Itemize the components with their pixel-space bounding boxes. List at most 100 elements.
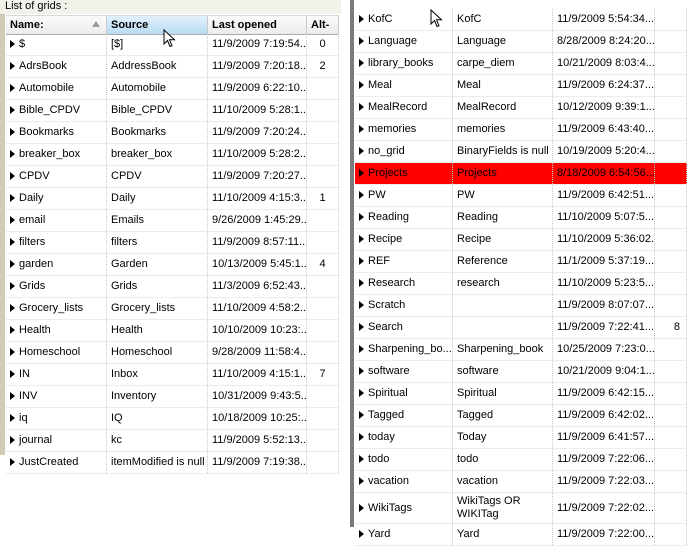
grid-row[interactable]: Grids Grids 11/3/2009 6:52:43... (6, 276, 339, 298)
grid-alt-cell[interactable] (307, 100, 339, 121)
grid-row[interactable]: Spiritual Spiritual 11/9/2009 6:42:15... (355, 383, 687, 405)
grid-source-cell[interactable]: Sharpening_book (453, 339, 553, 360)
grid-alt-cell[interactable] (655, 361, 687, 382)
grid-source-cell[interactable]: CPDV (107, 166, 208, 187)
grid-alt-cell[interactable] (307, 276, 339, 297)
grid-name-cell[interactable]: garden (6, 254, 107, 275)
grid-row[interactable]: garden Garden 10/13/2009 5:45:1... 4 (6, 254, 339, 276)
grid-source-cell[interactable]: vacation (453, 471, 553, 492)
grid-source-cell[interactable]: Language (453, 31, 553, 52)
grid-row[interactable]: REF Reference 11/1/2009 5:37:19... (355, 251, 687, 273)
triangle-right-icon[interactable] (10, 458, 15, 466)
triangle-right-icon[interactable] (10, 150, 15, 158)
grid-name-cell[interactable]: iq (6, 408, 107, 429)
grid-source-cell[interactable] (453, 295, 553, 316)
grid-name-cell[interactable]: todo (355, 449, 453, 470)
grid-alt-cell[interactable] (655, 53, 687, 74)
grid-name-cell[interactable]: Spiritual (355, 383, 453, 404)
grid-source-cell[interactable]: research (453, 273, 553, 294)
grid-name-cell[interactable]: email (6, 210, 107, 231)
grid-row[interactable]: Homeschool Homeschool 9/28/2009 11:58:4... (6, 342, 339, 364)
grid-source-cell[interactable]: Homeschool (107, 342, 208, 363)
grid-alt-cell[interactable] (655, 97, 687, 118)
grid-alt-cell[interactable] (655, 251, 687, 272)
triangle-right-icon[interactable] (359, 257, 364, 265)
grid-last-opened-cell[interactable]: 11/10/2009 5:23:5... (553, 273, 655, 294)
grid-row[interactable]: Grocery_lists Grocery_lists 11/10/2009 4:5… (6, 298, 339, 320)
grid-row[interactable]: IN Inbox 11/10/2009 4:15:1... 7 (6, 364, 339, 386)
grid-source-cell[interactable]: KofC (453, 9, 553, 30)
grid-source-cell[interactable]: Health (107, 320, 208, 341)
grid-source-cell[interactable]: IQ (107, 408, 208, 429)
grid-name-cell[interactable]: filters (6, 232, 107, 253)
grid-last-opened-cell[interactable]: 11/9/2009 6:43:40... (553, 119, 655, 140)
grid-name-cell[interactable]: Search (355, 317, 453, 338)
grid-last-opened-cell[interactable]: 11/10/2009 4:58:2... (208, 298, 307, 319)
grid-last-opened-cell[interactable]: 11/3/2009 6:52:43... (208, 276, 307, 297)
grid-last-opened-cell[interactable]: 11/9/2009 6:24:37... (553, 75, 655, 96)
triangle-right-icon[interactable] (10, 172, 15, 180)
grid-source-cell[interactable]: carpe_diem (453, 53, 553, 74)
grid-alt-cell[interactable] (655, 449, 687, 470)
grid-last-opened-cell[interactable]: 11/10/2009 5:28:2... (208, 144, 307, 165)
triangle-right-icon[interactable] (10, 304, 15, 312)
triangle-right-icon[interactable] (10, 84, 15, 92)
grid-row[interactable]: KofC KofC 11/9/2009 5:54:34... (355, 9, 687, 31)
grid-last-opened-cell[interactable]: 10/31/2009 9:43:5... (208, 386, 307, 407)
triangle-right-icon[interactable] (359, 191, 364, 199)
grid-last-opened-cell[interactable]: 8/18/2009 6:54:56... (553, 163, 655, 184)
grid-name-cell[interactable]: Projects (355, 163, 453, 184)
grid-name-cell[interactable]: AdrsBook (6, 56, 107, 77)
grid-alt-cell[interactable] (307, 320, 339, 341)
grid-last-opened-cell[interactable]: 11/9/2009 6:42:15... (553, 383, 655, 404)
grid-last-opened-cell[interactable]: 10/21/2009 9:04:1... (553, 361, 655, 382)
grid-last-opened-cell[interactable]: 10/18/2009 10:25:... (208, 408, 307, 429)
grid-row[interactable]: Bible_CPDV Bible_CPDV 11/10/2009 5:28:1... (6, 100, 339, 122)
grid-name-cell[interactable]: PW (355, 185, 453, 206)
grid-row[interactable]: Research research 11/10/2009 5:23:5... (355, 273, 687, 295)
grid-name-cell[interactable]: Homeschool (6, 342, 107, 363)
grid-name-cell[interactable]: REF (355, 251, 453, 272)
triangle-right-icon[interactable] (10, 370, 15, 378)
grid-last-opened-cell[interactable]: 11/9/2009 7:19:38... (208, 452, 307, 473)
triangle-right-icon[interactable] (10, 282, 15, 290)
grid-source-cell[interactable]: AddressBook (107, 56, 208, 77)
grid-name-cell[interactable]: software (355, 361, 453, 382)
grid-alt-cell[interactable] (655, 295, 687, 316)
grid-source-cell[interactable]: breaker_box (107, 144, 208, 165)
triangle-right-icon[interactable] (359, 147, 364, 155)
triangle-right-icon[interactable] (359, 477, 364, 485)
grid-source-cell[interactable]: memories (453, 119, 553, 140)
triangle-right-icon[interactable] (359, 213, 364, 221)
grid-name-cell[interactable]: CPDV (6, 166, 107, 187)
grid-alt-cell[interactable] (655, 524, 687, 545)
grid-last-opened-cell[interactable]: 11/9/2009 6:42:02... (553, 405, 655, 426)
grid-source-cell[interactable]: Recipe (453, 229, 553, 250)
grid-alt-cell[interactable] (307, 144, 339, 165)
grid-name-cell[interactable]: Scratch (355, 295, 453, 316)
triangle-right-icon[interactable] (10, 436, 15, 444)
grid-last-opened-cell[interactable]: 11/9/2009 6:22:10... (208, 78, 307, 99)
triangle-right-icon[interactable] (359, 125, 364, 133)
grid-row[interactable]: AdrsBook AddressBook 11/9/2009 7:20:18... 2 (6, 56, 339, 78)
grid-row[interactable]: Health Health 10/10/2009 10:23:... (6, 320, 339, 342)
grid-last-opened-cell[interactable]: 11/9/2009 7:22:00... (553, 524, 655, 545)
grid-alt-cell[interactable] (655, 31, 687, 52)
grid-row[interactable]: Recipe Recipe 11/10/2009 5:36:02... (355, 229, 687, 251)
grid-last-opened-cell[interactable]: 11/10/2009 5:36:02... (553, 229, 655, 250)
grid-alt-cell[interactable] (655, 9, 687, 30)
grid-last-opened-cell[interactable]: 11/9/2009 5:52:13... (208, 430, 307, 451)
grid-row[interactable]: MealRecord MealRecord 10/12/2009 9:39:1... (355, 97, 687, 119)
grid-source-cell[interactable]: Today (453, 427, 553, 448)
grid-last-opened-cell[interactable]: 11/9/2009 7:22:41... (553, 317, 655, 338)
grid-row[interactable]: Daily Daily 11/10/2009 4:15:3... 1 (6, 188, 339, 210)
grid-row[interactable]: Meal Meal 11/9/2009 6:24:37... (355, 75, 687, 97)
grid-alt-cell[interactable] (655, 207, 687, 228)
grid-alt-cell[interactable] (655, 471, 687, 492)
grid-source-cell[interactable]: WikiTags OR WIKITag (453, 493, 553, 523)
grid-alt-cell[interactable] (655, 141, 687, 162)
triangle-right-icon[interactable] (359, 433, 364, 441)
grid-alt-cell[interactable] (655, 185, 687, 206)
grid-alt-cell[interactable] (655, 75, 687, 96)
grid-name-cell[interactable]: Sharpening_bo... (355, 339, 453, 360)
